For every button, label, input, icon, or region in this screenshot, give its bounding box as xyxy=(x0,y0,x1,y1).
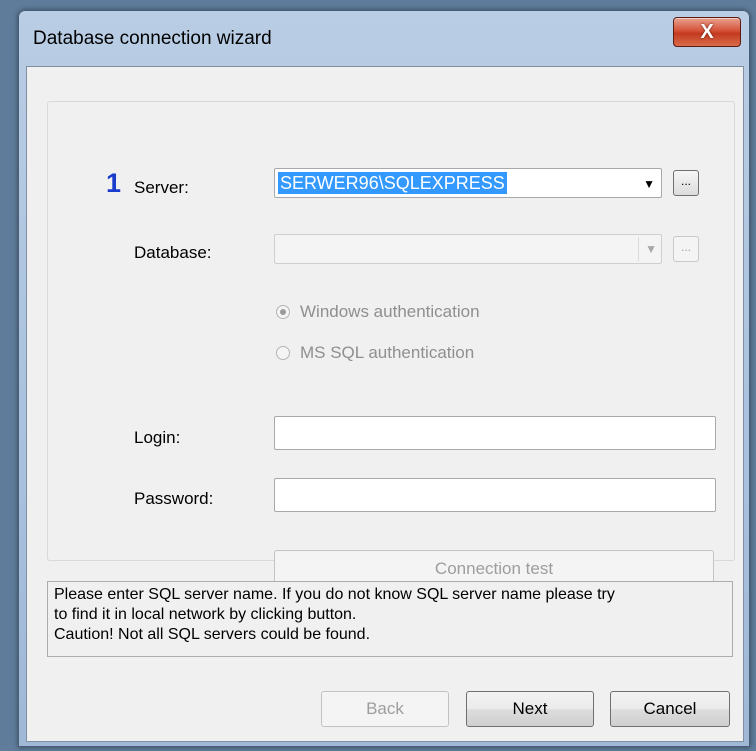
password-label: Password: xyxy=(134,489,214,508)
sql-auth-radio[interactable]: MS SQL authentication xyxy=(276,343,474,363)
radio-checked-icon xyxy=(276,305,290,319)
password-field[interactable] xyxy=(274,478,716,512)
info-line: Please enter SQL server name. If you do … xyxy=(54,586,615,603)
info-message: Please enter SQL server name. If you do … xyxy=(47,581,733,657)
back-button[interactable]: Back xyxy=(321,691,449,727)
server-label: Server: xyxy=(134,178,189,197)
step-number: 1 xyxy=(106,168,122,198)
radio-unchecked-icon xyxy=(276,346,290,360)
close-icon: X xyxy=(700,21,714,43)
server-value: SERWER96\SQLEXPRESS xyxy=(278,172,507,194)
browse-databases-button[interactable]: ... xyxy=(673,236,699,262)
chevron-down-icon[interactable]: ▼ xyxy=(643,177,655,191)
database-combobox[interactable]: ▼ xyxy=(274,234,662,264)
server-combobox[interactable]: SERWER96\SQLEXPRESS ▼ xyxy=(274,168,662,198)
login-label: Login: xyxy=(134,428,181,447)
next-button[interactable]: Next xyxy=(466,691,594,727)
sql-auth-label: MS SQL authentication xyxy=(300,343,475,362)
browse-servers-button[interactable]: ... xyxy=(673,170,699,196)
window-title: Database connection wizard xyxy=(33,28,272,49)
info-line: Caution! Not all SQL servers could be fo… xyxy=(54,626,371,643)
info-line: to find it in local network by clicking … xyxy=(54,606,357,623)
database-label: Database: xyxy=(134,243,212,262)
title-bar[interactable]: Database connection wizard X xyxy=(19,11,749,67)
windows-auth-radio[interactable]: Windows authentication xyxy=(276,302,480,322)
connection-settings-panel: 1 Server: SERWER96\SQLEXPRESS ▼ ... Data… xyxy=(47,101,735,588)
login-field[interactable] xyxy=(274,416,716,450)
chevron-down-icon[interactable]: ▼ xyxy=(638,237,657,261)
cancel-button[interactable]: Cancel xyxy=(610,691,730,727)
close-button[interactable]: X xyxy=(673,17,741,47)
dialog-client-area: 1 Server: SERWER96\SQLEXPRESS ▼ ... Data… xyxy=(26,66,744,742)
windows-auth-label: Windows authentication xyxy=(300,302,480,321)
wizard-window: Database connection wizard X 1 Server: S… xyxy=(18,10,750,747)
